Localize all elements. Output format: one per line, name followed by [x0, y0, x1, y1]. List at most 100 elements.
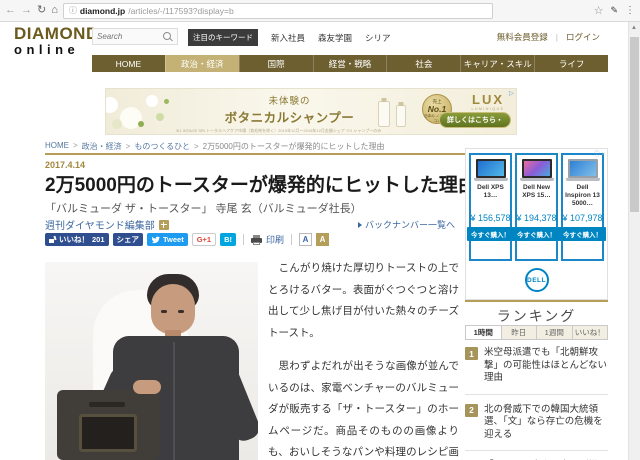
photo-hand — [133, 380, 161, 394]
site-logo[interactable]: DIAMOND online — [14, 25, 99, 56]
ranking-tab-likes[interactable]: いいね！ — [573, 325, 609, 340]
rank-number: 1 — [465, 347, 478, 360]
scroll-up-icon[interactable]: ▲ — [631, 25, 637, 31]
dell-ad[interactable]: ⓘ × Dell XPS 13… ¥ 156,578 今すぐ購入！ Dell N… — [465, 148, 608, 300]
extension-icon[interactable]: ✎ — [610, 5, 618, 16]
article-date: 2017.4.14 — [45, 160, 85, 170]
browser-window: ← → ↻ ⌂ ⓘ diamond.jp/articles/-/117593?d… — [0, 0, 640, 460]
dell-product-card[interactable]: Dell New XPS 15… ¥ 194,378 今すぐ購入！ — [515, 153, 558, 261]
buy-now-button[interactable]: 今すぐ購入！ — [559, 227, 606, 241]
twitter-bird-icon — [151, 235, 160, 244]
balmuda-toaster — [57, 390, 159, 460]
buy-now-button[interactable]: 今すぐ購入！ — [467, 227, 514, 241]
laptop-image — [474, 159, 508, 181]
article-title: 2万5000円のトースターが爆発的にヒットした理由 — [45, 170, 465, 197]
browser-menu-icon[interactable]: ⋮ — [625, 5, 635, 16]
thumbs-up-icon — [49, 236, 56, 243]
breadcrumb-home[interactable]: HOME — [45, 141, 78, 152]
url-path: /articles/-/117593?display=b — [128, 6, 233, 16]
facebook-like-button[interactable]: いいね！201 — [45, 233, 109, 246]
scrollbar-thumb[interactable] — [630, 37, 639, 212]
rank-number: 2 — [465, 404, 478, 417]
nav-tab-home[interactable]: HOME — [92, 55, 165, 72]
ranking-tab-yesterday[interactable]: 昨日 — [502, 325, 538, 340]
font-size-large-button[interactable]: A — [316, 233, 329, 246]
photo-face — [151, 284, 195, 334]
article-photo-terao-gen — [45, 262, 258, 460]
print-button[interactable]: 印刷 — [251, 233, 284, 246]
browser-toolbar: ← → ↻ ⌂ ⓘ diamond.jp/articles/-/117593?d… — [0, 0, 640, 22]
adchoices-icon[interactable]: ▷ — [509, 89, 514, 97]
article-subtitle: 「バルミューダ ザ・トースター」 寺尾 玄（バルミューダ社長） — [45, 200, 362, 216]
login-link[interactable]: ログイン — [566, 31, 600, 43]
keyword-link[interactable]: シリア — [365, 32, 391, 44]
product-price: ¥ 156,578 — [470, 213, 510, 223]
nav-tab-international[interactable]: 国際 — [239, 55, 313, 72]
google-plus-button[interactable]: G+1 — [192, 233, 216, 246]
article-body: こんがり焼けた厚切りトーストの上でとろけるバター。表面がぐつぐつと溶け出して少し… — [268, 258, 459, 460]
tweet-button[interactable]: Tweet — [147, 233, 188, 246]
page-scrollbar[interactable]: ▲ — [628, 22, 640, 460]
ranking-item[interactable]: 3 「93%の日本人は中国が嫌い」という調査数字が中国国内に起こした波紋 — [465, 450, 608, 460]
site-logo-line2: online — [14, 43, 99, 56]
ranking-item[interactable]: 2 北の脅威下での韓国大統領選、「文」なら存亡の危機を迎える — [465, 394, 608, 451]
keyword-link[interactable]: 森友学園 — [318, 32, 352, 44]
ranking-tabs: 1時間 昨日 1週間 いいね！ — [465, 325, 608, 340]
ranking-tab-1week[interactable]: 1週間 — [537, 325, 573, 340]
main-nav: HOME 政治・経済 国際 経営・戦略 社会 キャリア・スキル ライフ — [92, 55, 608, 72]
nav-tab-career[interactable]: キャリア・スキル — [460, 55, 534, 72]
keyword-link[interactable]: 新入社員 — [271, 32, 305, 44]
font-size-small-button[interactable]: A — [299, 233, 312, 246]
search-icon[interactable] — [163, 32, 173, 42]
lux-brand-logo: LUX LUMINIQUE — [464, 92, 512, 111]
address-bar[interactable]: ⓘ diamond.jp/articles/-/117593?display=b — [63, 3, 493, 19]
nav-tab-society[interactable]: 社会 — [386, 55, 460, 72]
forward-icon[interactable]: → — [21, 5, 32, 16]
search-input[interactable] — [97, 32, 163, 41]
nav-tab-life[interactable]: ライフ — [534, 55, 608, 72]
article-paragraph: 思わずよだれが出そうな画像が並んでいるのは、家電ベンチャーのバルミューダが販売す… — [268, 356, 459, 460]
social-share-bar: いいね！201 シェア Tweet G+1 B! 印刷 A A — [45, 233, 329, 246]
shampoo-banner-ad[interactable]: 未体験の ボタニカルシャンプー 売上 No.1 日本の ノンシリコン LUX L… — [105, 88, 517, 135]
photo-eye — [178, 310, 184, 313]
laptop-image — [566, 159, 600, 181]
author-expand-icon[interactable] — [159, 220, 169, 230]
search-box[interactable] — [92, 28, 178, 45]
dell-product-card[interactable]: Dell XPS 13… ¥ 156,578 今すぐ購入！ — [469, 153, 512, 261]
shampoo-bottle — [378, 101, 390, 127]
ranking-tab-1hour[interactable]: 1時間 — [465, 325, 502, 340]
divider: | — [556, 32, 558, 42]
backnumber-link[interactable]: バックナンバー一覧へ — [358, 218, 455, 231]
nav-tab-management[interactable]: 経営・戦略 — [313, 55, 387, 72]
member-links: 無料会員登録 | ログイン — [497, 31, 600, 43]
ranking-item[interactable]: 1 米空母派遣でも「北朝鮮攻撃」の可能性はほとんどない理由 — [465, 347, 608, 394]
divider — [243, 234, 244, 245]
dell-logo[interactable]: DELL — [525, 268, 549, 292]
banner-cta-button[interactable]: 詳しくはこちら・ — [439, 112, 511, 128]
divider — [291, 234, 292, 245]
breadcrumb-series[interactable]: ものつくるひと — [134, 141, 198, 152]
home-icon[interactable]: ⌂ — [51, 5, 58, 16]
divider — [465, 300, 608, 302]
ad-info-close-icons[interactable]: ⓘ × — [594, 149, 605, 158]
printer-icon — [251, 235, 262, 245]
facebook-share-button[interactable]: シェア — [113, 233, 144, 246]
hatena-bookmark-button[interactable]: B! — [220, 233, 236, 246]
page-info-icon[interactable]: ⓘ — [69, 5, 77, 16]
nav-tab-politics-economy[interactable]: 政治・経済 — [165, 55, 239, 72]
url-host: diamond.jp — [80, 6, 125, 16]
breadcrumb-category[interactable]: 政治・経済 — [82, 141, 131, 152]
keyword-badge: 注目のキーワード — [188, 29, 258, 46]
bookmark-star-icon[interactable]: ☆ — [594, 4, 604, 17]
product-price: ¥ 107,978 — [562, 213, 602, 223]
ranking-item-title[interactable]: 北の脅威下での韓国大統領選、「文」なら存亡の危機を迎える — [484, 404, 608, 442]
ranking-title: ランキング — [465, 306, 608, 326]
author-link[interactable]: 週刊ダイヤモンド編集部 — [45, 217, 155, 232]
dell-product-card[interactable]: Dell Inspiron 13 5000… ¥ 107,978 今すぐ購入！ — [561, 153, 604, 261]
ranking-item-title[interactable]: 米空母派遣でも「北朝鮮攻撃」の可能性はほとんどない理由 — [484, 347, 608, 385]
article-paragraph: こんがり焼けた厚切りトーストの上でとろけるバター。表面がぐつぐつと溶け出して少し… — [268, 258, 459, 344]
back-icon[interactable]: ← — [5, 5, 16, 16]
refresh-icon[interactable]: ↻ — [37, 5, 46, 16]
buy-now-button[interactable]: 今すぐ購入！ — [513, 227, 560, 241]
register-link[interactable]: 無料会員登録 — [497, 31, 548, 43]
